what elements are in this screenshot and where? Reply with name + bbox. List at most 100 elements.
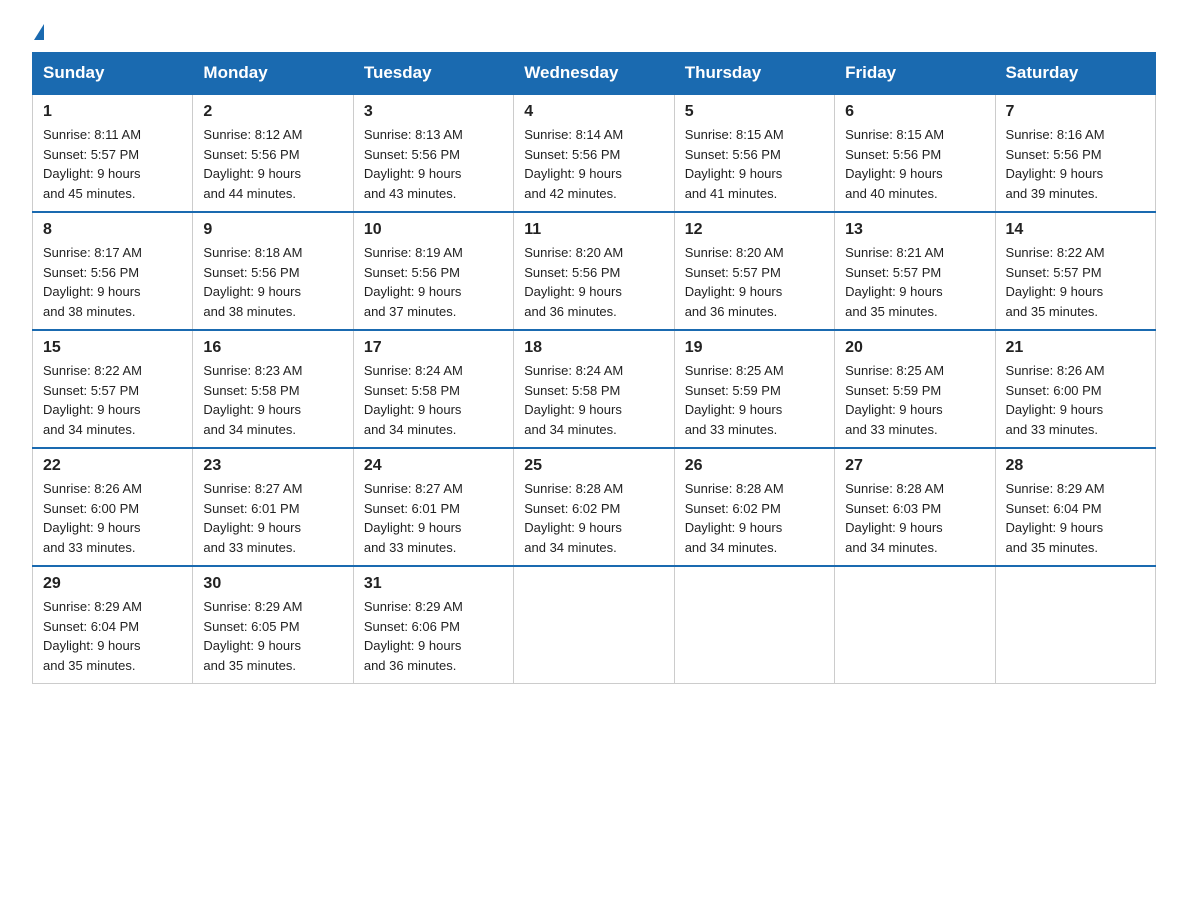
calendar-cell: 3 Sunrise: 8:13 AMSunset: 5:56 PMDayligh… bbox=[353, 94, 513, 212]
day-number: 26 bbox=[685, 457, 824, 475]
calendar-cell: 13 Sunrise: 8:21 AMSunset: 5:57 PMDaylig… bbox=[835, 212, 995, 330]
day-info: Sunrise: 8:29 AMSunset: 6:05 PMDaylight:… bbox=[203, 597, 342, 675]
day-info: Sunrise: 8:25 AMSunset: 5:59 PMDaylight:… bbox=[845, 361, 984, 439]
header-friday: Friday bbox=[835, 53, 995, 95]
day-info: Sunrise: 8:28 AMSunset: 6:02 PMDaylight:… bbox=[685, 479, 824, 557]
calendar-week-row-2: 8 Sunrise: 8:17 AMSunset: 5:56 PMDayligh… bbox=[33, 212, 1156, 330]
header-tuesday: Tuesday bbox=[353, 53, 513, 95]
day-info: Sunrise: 8:29 AMSunset: 6:06 PMDaylight:… bbox=[364, 597, 503, 675]
calendar-cell: 31 Sunrise: 8:29 AMSunset: 6:06 PMDaylig… bbox=[353, 566, 513, 684]
day-number: 2 bbox=[203, 103, 342, 121]
calendar-table: Sunday Monday Tuesday Wednesday Thursday… bbox=[32, 52, 1156, 684]
day-info: Sunrise: 8:26 AMSunset: 6:00 PMDaylight:… bbox=[1006, 361, 1145, 439]
calendar-cell: 15 Sunrise: 8:22 AMSunset: 5:57 PMDaylig… bbox=[33, 330, 193, 448]
day-info: Sunrise: 8:27 AMSunset: 6:01 PMDaylight:… bbox=[203, 479, 342, 557]
day-info: Sunrise: 8:16 AMSunset: 5:56 PMDaylight:… bbox=[1006, 125, 1145, 203]
calendar-cell bbox=[835, 566, 995, 684]
calendar-cell: 12 Sunrise: 8:20 AMSunset: 5:57 PMDaylig… bbox=[674, 212, 834, 330]
day-number: 14 bbox=[1006, 221, 1145, 239]
day-info: Sunrise: 8:14 AMSunset: 5:56 PMDaylight:… bbox=[524, 125, 663, 203]
day-number: 7 bbox=[1006, 103, 1145, 121]
header-saturday: Saturday bbox=[995, 53, 1155, 95]
calendar-cell bbox=[674, 566, 834, 684]
calendar-cell: 29 Sunrise: 8:29 AMSunset: 6:04 PMDaylig… bbox=[33, 566, 193, 684]
day-number: 24 bbox=[364, 457, 503, 475]
day-info: Sunrise: 8:22 AMSunset: 5:57 PMDaylight:… bbox=[43, 361, 182, 439]
calendar-cell: 2 Sunrise: 8:12 AMSunset: 5:56 PMDayligh… bbox=[193, 94, 353, 212]
calendar-cell: 18 Sunrise: 8:24 AMSunset: 5:58 PMDaylig… bbox=[514, 330, 674, 448]
day-number: 25 bbox=[524, 457, 663, 475]
day-info: Sunrise: 8:18 AMSunset: 5:56 PMDaylight:… bbox=[203, 243, 342, 321]
calendar-cell: 20 Sunrise: 8:25 AMSunset: 5:59 PMDaylig… bbox=[835, 330, 995, 448]
day-number: 12 bbox=[685, 221, 824, 239]
day-number: 10 bbox=[364, 221, 503, 239]
calendar-cell bbox=[995, 566, 1155, 684]
day-info: Sunrise: 8:11 AMSunset: 5:57 PMDaylight:… bbox=[43, 125, 182, 203]
day-number: 11 bbox=[524, 221, 663, 239]
logo-triangle-icon bbox=[34, 24, 44, 40]
day-info: Sunrise: 8:17 AMSunset: 5:56 PMDaylight:… bbox=[43, 243, 182, 321]
day-number: 17 bbox=[364, 339, 503, 357]
calendar-cell: 19 Sunrise: 8:25 AMSunset: 5:59 PMDaylig… bbox=[674, 330, 834, 448]
day-info: Sunrise: 8:24 AMSunset: 5:58 PMDaylight:… bbox=[524, 361, 663, 439]
day-number: 8 bbox=[43, 221, 182, 239]
day-number: 29 bbox=[43, 575, 182, 593]
calendar-cell: 21 Sunrise: 8:26 AMSunset: 6:00 PMDaylig… bbox=[995, 330, 1155, 448]
day-info: Sunrise: 8:15 AMSunset: 5:56 PMDaylight:… bbox=[845, 125, 984, 203]
day-number: 31 bbox=[364, 575, 503, 593]
day-number: 21 bbox=[1006, 339, 1145, 357]
day-number: 23 bbox=[203, 457, 342, 475]
calendar-cell bbox=[514, 566, 674, 684]
day-info: Sunrise: 8:29 AMSunset: 6:04 PMDaylight:… bbox=[1006, 479, 1145, 557]
day-number: 18 bbox=[524, 339, 663, 357]
day-info: Sunrise: 8:25 AMSunset: 5:59 PMDaylight:… bbox=[685, 361, 824, 439]
header-thursday: Thursday bbox=[674, 53, 834, 95]
calendar-cell: 30 Sunrise: 8:29 AMSunset: 6:05 PMDaylig… bbox=[193, 566, 353, 684]
day-number: 30 bbox=[203, 575, 342, 593]
day-info: Sunrise: 8:29 AMSunset: 6:04 PMDaylight:… bbox=[43, 597, 182, 675]
day-info: Sunrise: 8:15 AMSunset: 5:56 PMDaylight:… bbox=[685, 125, 824, 203]
day-info: Sunrise: 8:13 AMSunset: 5:56 PMDaylight:… bbox=[364, 125, 503, 203]
day-number: 5 bbox=[685, 103, 824, 121]
day-info: Sunrise: 8:20 AMSunset: 5:56 PMDaylight:… bbox=[524, 243, 663, 321]
calendar-cell: 28 Sunrise: 8:29 AMSunset: 6:04 PMDaylig… bbox=[995, 448, 1155, 566]
day-number: 19 bbox=[685, 339, 824, 357]
calendar-cell: 14 Sunrise: 8:22 AMSunset: 5:57 PMDaylig… bbox=[995, 212, 1155, 330]
day-info: Sunrise: 8:20 AMSunset: 5:57 PMDaylight:… bbox=[685, 243, 824, 321]
calendar-cell: 10 Sunrise: 8:19 AMSunset: 5:56 PMDaylig… bbox=[353, 212, 513, 330]
day-number: 4 bbox=[524, 103, 663, 121]
day-info: Sunrise: 8:27 AMSunset: 6:01 PMDaylight:… bbox=[364, 479, 503, 557]
day-number: 22 bbox=[43, 457, 182, 475]
page-header bbox=[32, 24, 1156, 40]
header-sunday: Sunday bbox=[33, 53, 193, 95]
day-info: Sunrise: 8:24 AMSunset: 5:58 PMDaylight:… bbox=[364, 361, 503, 439]
calendar-cell: 1 Sunrise: 8:11 AMSunset: 5:57 PMDayligh… bbox=[33, 94, 193, 212]
calendar-cell: 9 Sunrise: 8:18 AMSunset: 5:56 PMDayligh… bbox=[193, 212, 353, 330]
day-info: Sunrise: 8:19 AMSunset: 5:56 PMDaylight:… bbox=[364, 243, 503, 321]
day-number: 13 bbox=[845, 221, 984, 239]
calendar-header-row: Sunday Monday Tuesday Wednesday Thursday… bbox=[33, 53, 1156, 95]
day-info: Sunrise: 8:22 AMSunset: 5:57 PMDaylight:… bbox=[1006, 243, 1145, 321]
day-info: Sunrise: 8:28 AMSunset: 6:02 PMDaylight:… bbox=[524, 479, 663, 557]
day-number: 6 bbox=[845, 103, 984, 121]
calendar-week-row-3: 15 Sunrise: 8:22 AMSunset: 5:57 PMDaylig… bbox=[33, 330, 1156, 448]
calendar-week-row-4: 22 Sunrise: 8:26 AMSunset: 6:00 PMDaylig… bbox=[33, 448, 1156, 566]
day-info: Sunrise: 8:23 AMSunset: 5:58 PMDaylight:… bbox=[203, 361, 342, 439]
calendar-cell: 17 Sunrise: 8:24 AMSunset: 5:58 PMDaylig… bbox=[353, 330, 513, 448]
calendar-cell: 24 Sunrise: 8:27 AMSunset: 6:01 PMDaylig… bbox=[353, 448, 513, 566]
header-wednesday: Wednesday bbox=[514, 53, 674, 95]
calendar-cell: 25 Sunrise: 8:28 AMSunset: 6:02 PMDaylig… bbox=[514, 448, 674, 566]
calendar-cell: 27 Sunrise: 8:28 AMSunset: 6:03 PMDaylig… bbox=[835, 448, 995, 566]
calendar-cell: 23 Sunrise: 8:27 AMSunset: 6:01 PMDaylig… bbox=[193, 448, 353, 566]
day-number: 15 bbox=[43, 339, 182, 357]
day-number: 3 bbox=[364, 103, 503, 121]
calendar-cell: 22 Sunrise: 8:26 AMSunset: 6:00 PMDaylig… bbox=[33, 448, 193, 566]
calendar-week-row-1: 1 Sunrise: 8:11 AMSunset: 5:57 PMDayligh… bbox=[33, 94, 1156, 212]
header-monday: Monday bbox=[193, 53, 353, 95]
day-number: 20 bbox=[845, 339, 984, 357]
calendar-cell: 16 Sunrise: 8:23 AMSunset: 5:58 PMDaylig… bbox=[193, 330, 353, 448]
day-info: Sunrise: 8:21 AMSunset: 5:57 PMDaylight:… bbox=[845, 243, 984, 321]
calendar-cell: 26 Sunrise: 8:28 AMSunset: 6:02 PMDaylig… bbox=[674, 448, 834, 566]
calendar-cell: 7 Sunrise: 8:16 AMSunset: 5:56 PMDayligh… bbox=[995, 94, 1155, 212]
calendar-cell: 4 Sunrise: 8:14 AMSunset: 5:56 PMDayligh… bbox=[514, 94, 674, 212]
